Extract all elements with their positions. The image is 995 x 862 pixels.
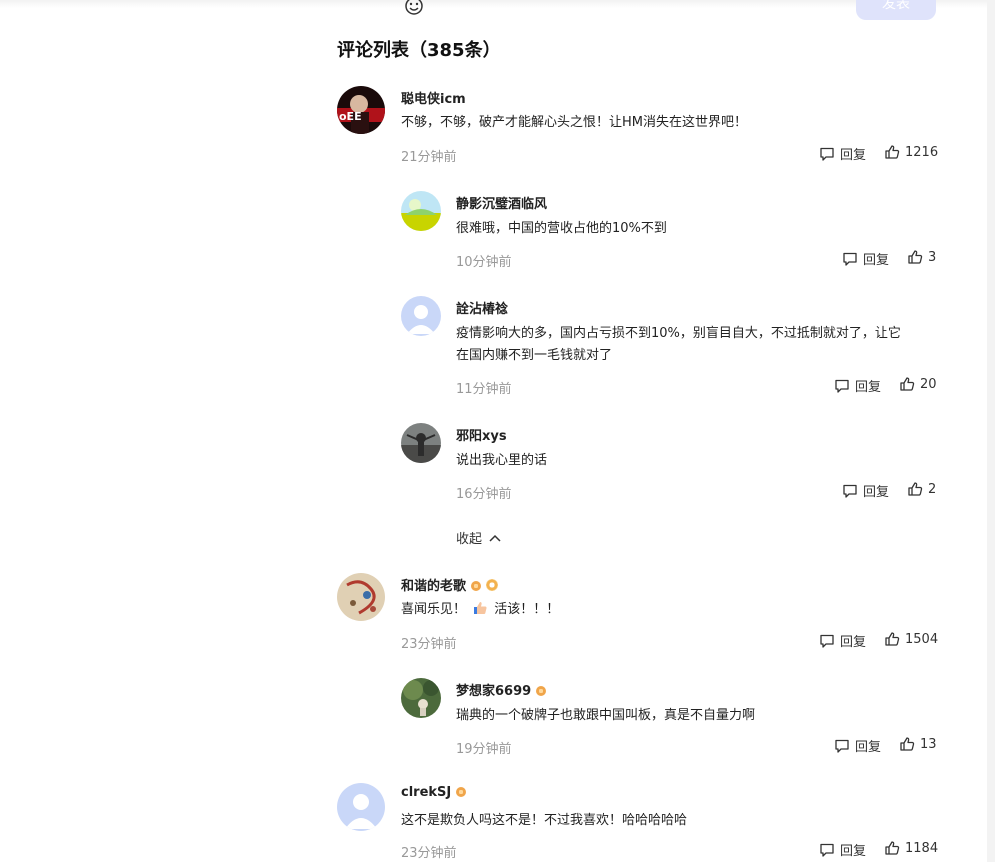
- scrollbar[interactable]: [987, 0, 995, 862]
- username-text: clrekSJ: [401, 785, 452, 800]
- reply-label: 回复: [855, 380, 882, 395]
- comment-text-part-2: 活该！！！: [494, 602, 560, 617]
- comment-time: 10分钟前: [456, 255, 512, 270]
- username[interactable]: 静影沉璧酒临风: [456, 193, 547, 212]
- thumbs-up-icon: [885, 632, 900, 646]
- username[interactable]: 梦想家6699: [456, 680, 547, 699]
- comment-item: oEE 聪电侠icm 不够，不够，破产才能解心头之恨！让HM消失在这世界吧！ 2…: [337, 86, 938, 166]
- avatar[interactable]: [401, 678, 441, 718]
- comment-text-line-2: 在国内赚不到一毛钱就对了: [456, 348, 613, 363]
- comment-text: 喜闻乐见！ 活该！！！: [401, 599, 559, 621]
- comment-text-part-1: 喜闻乐见！: [401, 602, 467, 617]
- reply-label: 回复: [840, 844, 867, 859]
- thumbs-up-icon: [908, 482, 923, 496]
- comment-icon: [843, 252, 857, 266]
- avatar[interactable]: [401, 296, 441, 336]
- reply-label: 回复: [840, 635, 867, 650]
- reply-label: 回复: [863, 253, 890, 268]
- avatar[interactable]: [401, 423, 441, 463]
- like-count: 13: [920, 736, 937, 752]
- thumbs-up-icon: [885, 145, 900, 159]
- reply-button[interactable]: 回复: [834, 736, 881, 755]
- reply-item: 静影沉璧酒临风 很难哦，中国的营收占他的10%不到 10分钟前 回复 3: [401, 191, 937, 271]
- like-count: 20: [920, 376, 937, 392]
- like-button[interactable]: 1184: [884, 840, 938, 856]
- reply-button[interactable]: 回复: [842, 249, 889, 268]
- level-badge-icon: [536, 686, 547, 696]
- comment-time: 19分钟前: [456, 742, 512, 757]
- like-count: 1216: [905, 144, 939, 160]
- smiley-icon: [405, 0, 423, 15]
- comment-time: 23分钟前: [401, 846, 457, 861]
- comment-icon: [820, 843, 834, 857]
- reply-button[interactable]: 回复: [819, 144, 866, 163]
- username-text: 梦想家6699: [456, 684, 532, 699]
- thumbs-up-emoji-icon: [472, 600, 488, 616]
- like-button[interactable]: 3: [907, 249, 936, 265]
- reply-button[interactable]: 回复: [819, 840, 866, 859]
- like-count: 1504: [905, 631, 939, 647]
- emoji-button[interactable]: [404, 0, 424, 16]
- like-button[interactable]: 2: [907, 481, 936, 497]
- chevron-up-icon: [489, 534, 501, 542]
- reply-item: 邪阳xys 说出我心里的话 16分钟前 回复 2: [401, 423, 937, 503]
- username-text: 和谐的老歌: [401, 579, 467, 594]
- reply-item: 梦想家6699 瑞典的一个破牌子也敢跟中国叫板，真是不自量力啊 19分钟前 回复…: [401, 678, 937, 758]
- comment-item: clrekSJ 这不是欺负人吗这不是！不过我喜欢！哈哈哈哈哈 23分钟前 回复 …: [337, 783, 938, 862]
- reply-item: 詮沾椿䄒 疫情影响大的多，国内占亏损不到10%，别盲目自大，不过抵制就对了，让它…: [401, 296, 937, 397]
- comment-text: 这不是欺负人吗这不是！不过我喜欢！哈哈哈哈哈: [401, 813, 688, 828]
- reply-button[interactable]: 回复: [842, 481, 889, 500]
- thumbs-up-icon: [900, 377, 915, 391]
- avatar[interactable]: oEE: [337, 86, 385, 134]
- like-button[interactable]: 13: [899, 736, 937, 752]
- like-button[interactable]: 1504: [884, 631, 938, 647]
- comment-time: 11分钟前: [456, 382, 512, 397]
- avatar[interactable]: [401, 191, 441, 231]
- reply-button[interactable]: 回复: [819, 631, 866, 650]
- collapse-label: 收起: [456, 532, 483, 547]
- like-button[interactable]: 20: [899, 376, 937, 392]
- username[interactable]: 和谐的老歌: [401, 575, 499, 594]
- reply-label: 回复: [840, 148, 867, 163]
- comment-time: 16分钟前: [456, 487, 512, 502]
- level-badge-icon: [456, 787, 467, 797]
- comment-time: 23分钟前: [401, 637, 457, 652]
- comment-text-line-1: 疫情影响大的多，国内占亏损不到10%，别盲目自大，不过抵制就对了，让它: [456, 326, 901, 341]
- submit-button[interactable]: 发表: [856, 0, 936, 20]
- username[interactable]: clrekSJ: [401, 785, 467, 800]
- comment-icon: [835, 739, 849, 753]
- like-count: 3: [928, 249, 937, 265]
- reply-button[interactable]: 回复: [834, 376, 881, 395]
- reply-label: 回复: [855, 740, 882, 755]
- like-count: 2: [928, 481, 937, 497]
- reply-label: 回复: [863, 485, 890, 500]
- comment-text: 说出我心里的话: [456, 453, 548, 468]
- avatar[interactable]: [337, 573, 385, 621]
- username[interactable]: 聪电侠icm: [401, 88, 466, 107]
- username[interactable]: 詮沾椿䄒: [456, 298, 508, 317]
- comment-icon: [843, 484, 857, 498]
- level-badge-icon: [471, 581, 482, 591]
- comment-list-title: 评论列表（385条）: [337, 40, 501, 61]
- comment-icon: [820, 634, 834, 648]
- comment-time: 21分钟前: [401, 150, 457, 165]
- comment-text: 很难哦，中国的营收占他的10%不到: [456, 221, 667, 236]
- comment-text: 不够，不够，破产才能解心头之恨！让HM消失在这世界吧！: [401, 115, 747, 130]
- like-button[interactable]: 1216: [884, 144, 938, 160]
- thumbs-up-icon: [885, 841, 900, 855]
- comment-icon: [820, 147, 834, 161]
- editor-top-edge: [0, 0, 987, 8]
- comment-icon: [835, 379, 849, 393]
- thumbs-up-icon: [908, 250, 923, 264]
- svg-text:oEE: oEE: [339, 110, 362, 123]
- comment-item: 和谐的老歌 喜闻乐见！ 活该！！！ 23分钟前 回复 1504: [337, 573, 938, 653]
- collapse-replies-button[interactable]: 收起: [456, 528, 502, 547]
- medal-badge-icon: [486, 579, 499, 591]
- thumbs-up-icon: [900, 737, 915, 751]
- avatar[interactable]: [337, 783, 385, 831]
- comment-text: 瑞典的一个破牌子也敢跟中国叫板，真是不自量力啊: [456, 708, 756, 723]
- username[interactable]: 邪阳xys: [456, 425, 507, 444]
- like-count: 1184: [905, 840, 939, 856]
